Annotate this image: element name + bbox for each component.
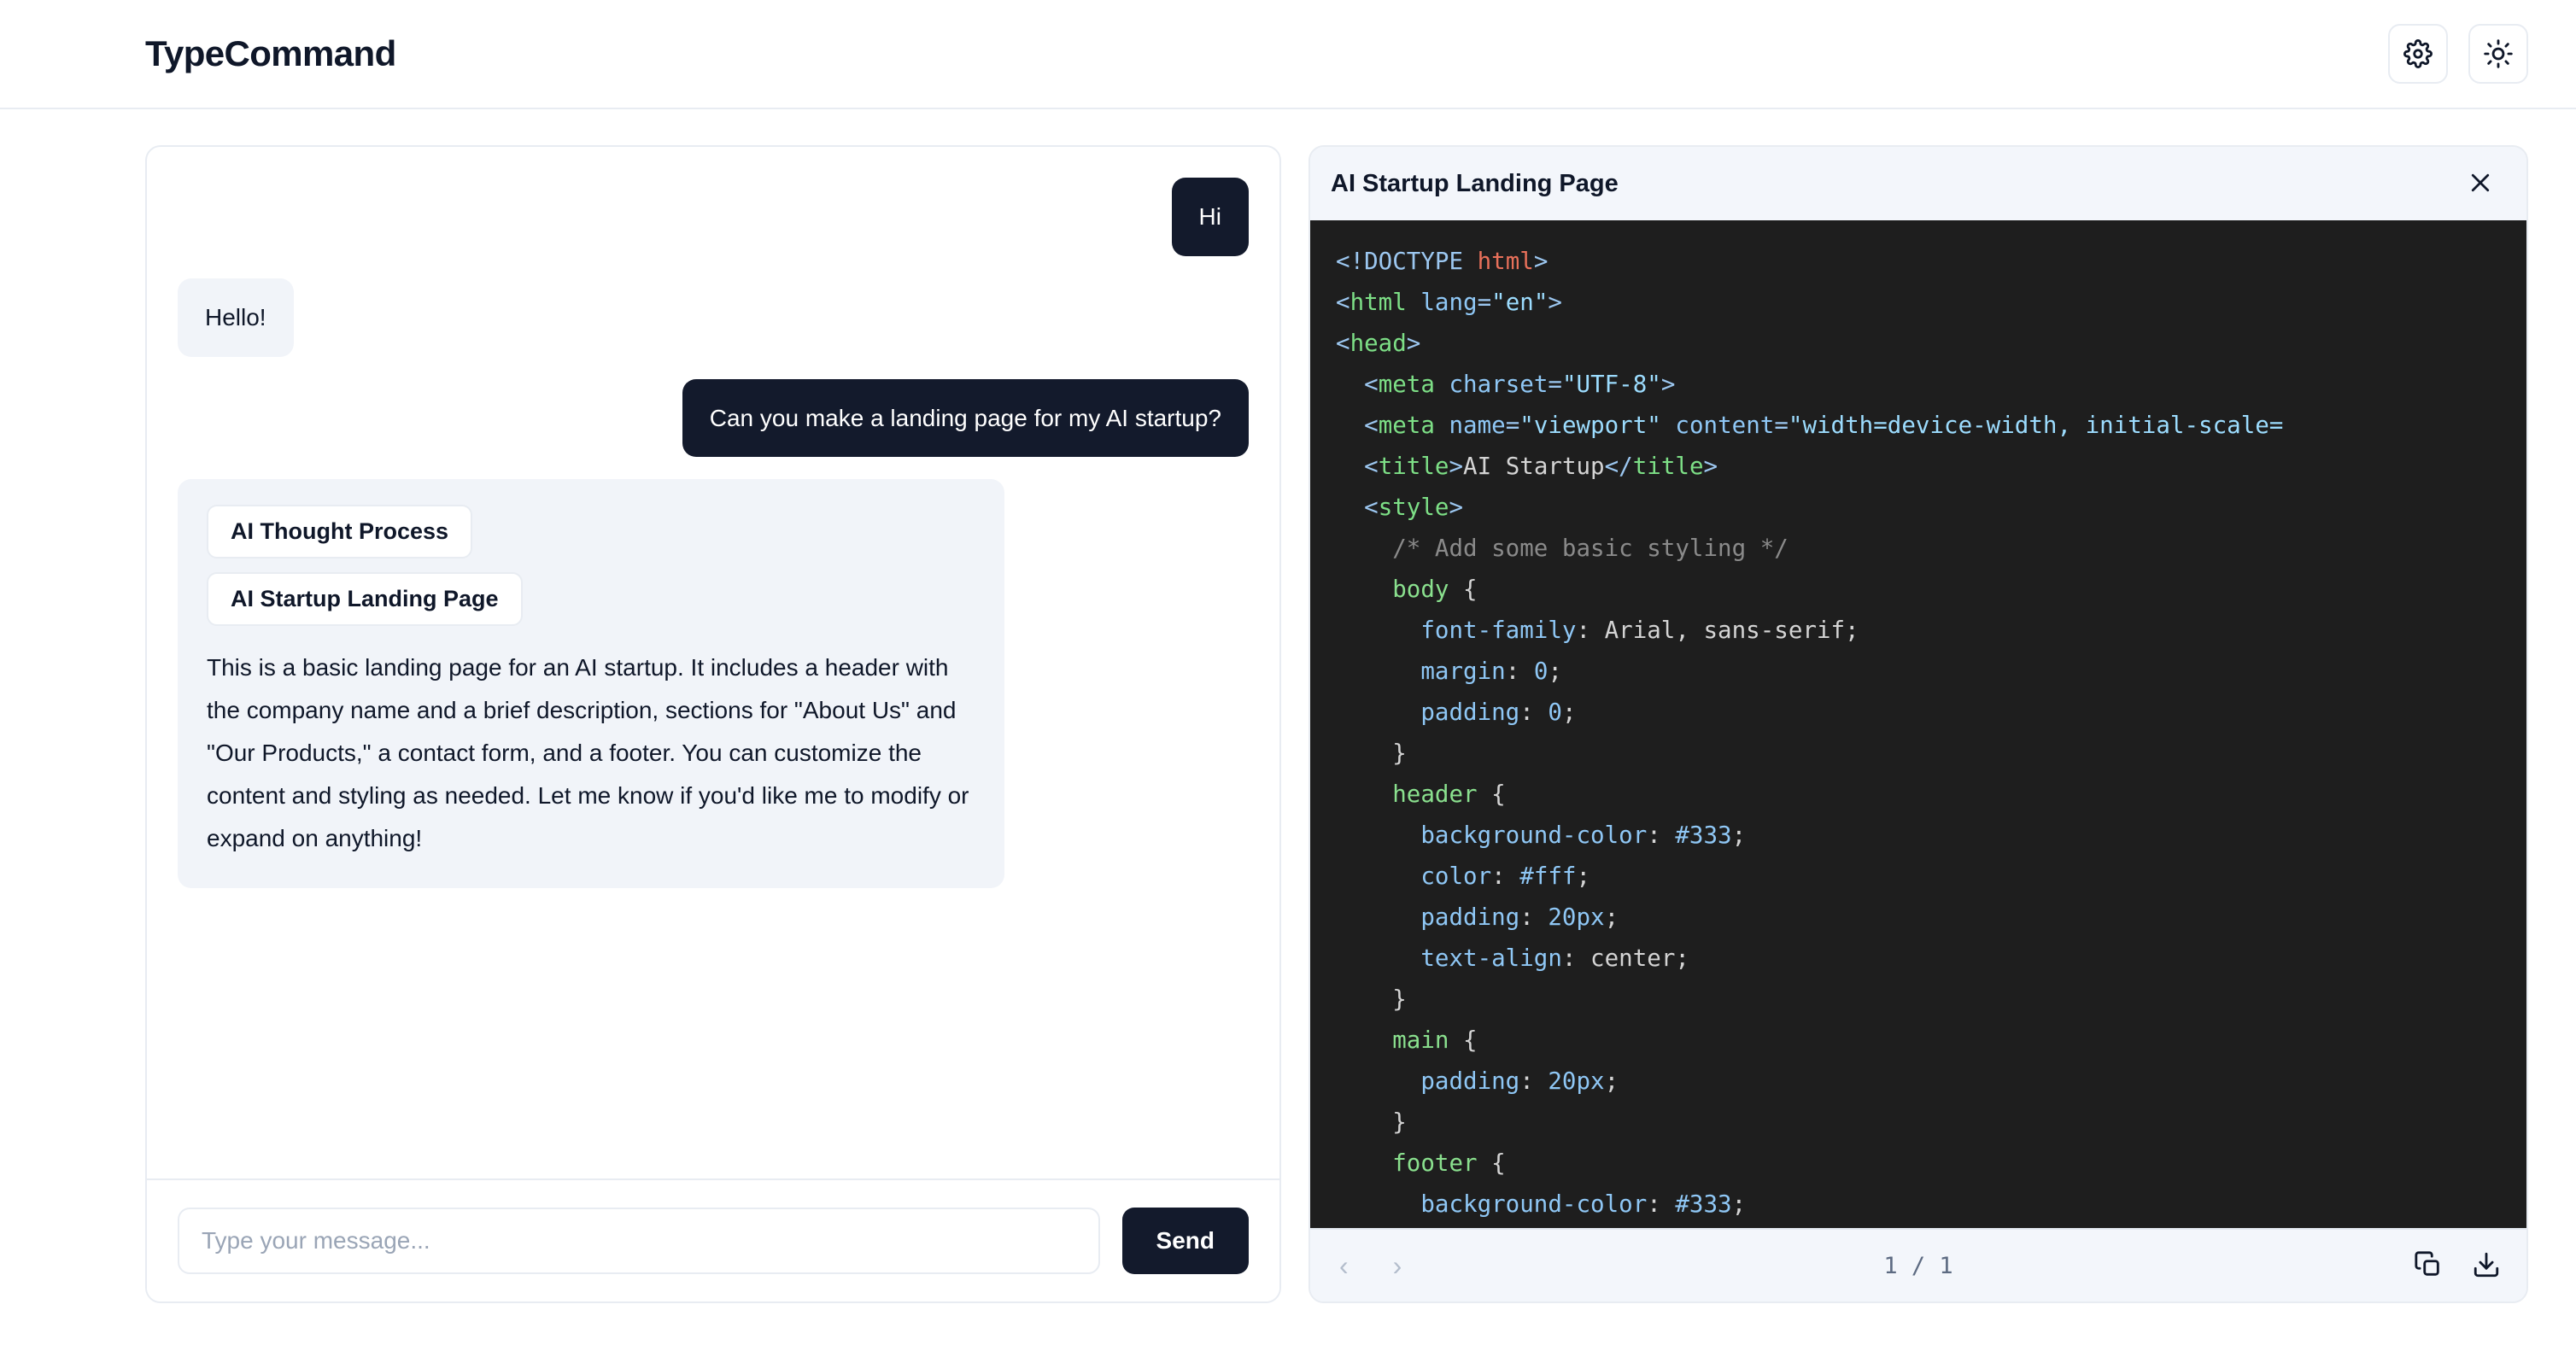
app-header: TypeCommand xyxy=(0,0,2576,109)
ai-artifact-chip[interactable]: AI Startup Landing Page xyxy=(207,572,523,627)
page-indicator: 1 / 1 xyxy=(1883,1252,1953,1279)
chat-message-row: Hello! xyxy=(178,278,1249,357)
code-panel-header: AI Startup Landing Page xyxy=(1310,147,2526,220)
code-block: <!DOCTYPE html> <html lang="en"> <head> … xyxy=(1336,248,2284,1218)
code-actions xyxy=(2414,1250,2501,1282)
code-panel-title: AI Startup Landing Page xyxy=(1331,169,1619,197)
chat-panel: Hi Hello! Can you make a landing page fo… xyxy=(145,145,1281,1303)
message-input[interactable] xyxy=(178,1208,1100,1274)
chat-message-row: Hi xyxy=(178,178,1249,256)
chat-message-row: AI Thought Process AI Startup Landing Pa… xyxy=(178,479,1249,889)
chat-composer: Send xyxy=(147,1178,1279,1301)
chat-message-list[interactable]: Hi Hello! Can you make a landing page fo… xyxy=(147,147,1279,1178)
header-actions xyxy=(2388,24,2528,84)
theme-toggle-button[interactable] xyxy=(2468,24,2528,84)
ai-artifact-message: AI Thought Process AI Startup Landing Pa… xyxy=(178,479,1004,889)
sun-icon xyxy=(2484,39,2513,68)
ai-message-bubble: Hello! xyxy=(178,278,294,357)
chat-message-row: Can you make a landing page for my AI st… xyxy=(178,378,1249,458)
workspace: Hi Hello! Can you make a landing page fo… xyxy=(0,109,2576,1351)
user-message-bubble: Can you make a landing page for my AI st… xyxy=(682,378,1249,458)
send-button[interactable]: Send xyxy=(1121,1208,1249,1274)
code-artifact-panel: AI Startup Landing Page <!DOCTYPE html> … xyxy=(1308,145,2528,1303)
gear-icon xyxy=(2403,39,2433,68)
code-viewport[interactable]: <!DOCTYPE html> <html lang="en"> <head> … xyxy=(1310,220,2526,1228)
download-code-button[interactable] xyxy=(2472,1250,2501,1282)
ai-thought-process-chip[interactable]: AI Thought Process xyxy=(207,505,473,559)
download-icon xyxy=(2472,1250,2501,1282)
code-panel-footer: ‹ › 1 / 1 xyxy=(1310,1228,2526,1301)
close-panel-button[interactable] xyxy=(2460,163,2501,204)
close-icon xyxy=(2468,170,2493,198)
settings-button[interactable] xyxy=(2388,24,2448,84)
page-nav-group: ‹ › xyxy=(1332,1249,1408,1283)
copy-icon xyxy=(2414,1250,2443,1282)
ai-message-text: This is a basic landing page for an AI s… xyxy=(207,654,969,851)
next-page-button[interactable]: › xyxy=(1386,1249,1409,1283)
prev-page-button[interactable]: ‹ xyxy=(1332,1249,1355,1283)
copy-code-button[interactable] xyxy=(2414,1250,2443,1282)
app-title: TypeCommand xyxy=(145,33,396,73)
user-message-bubble: Hi xyxy=(1171,178,1249,256)
